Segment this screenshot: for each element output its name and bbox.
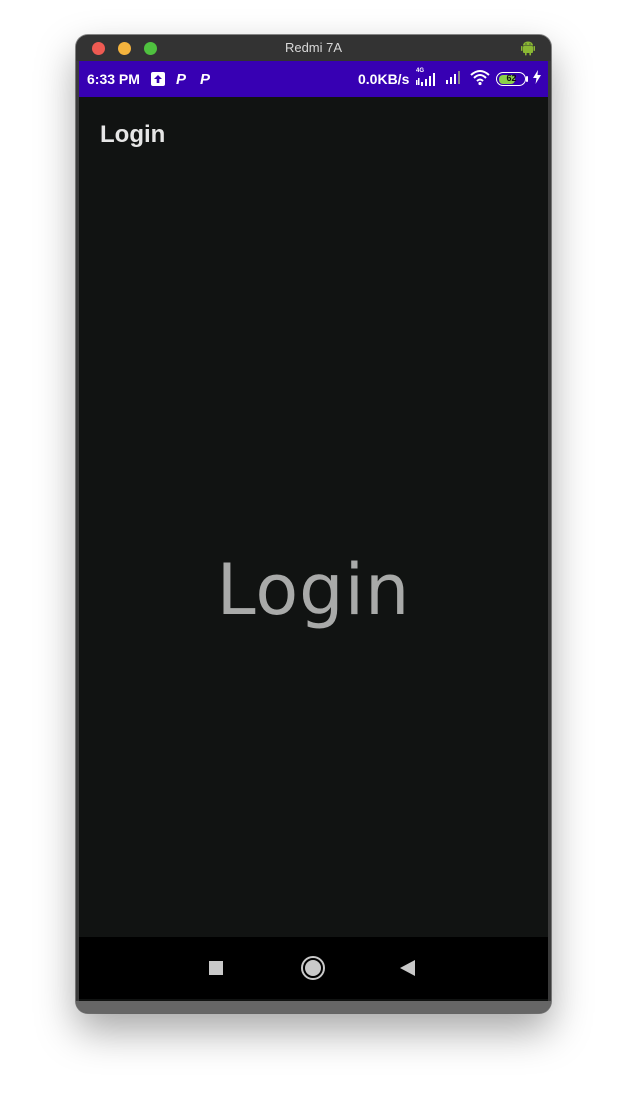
system-status-icons: 4G 62 <box>415 68 541 91</box>
back-button[interactable] <box>395 955 421 981</box>
back-triangle-icon <box>400 960 415 976</box>
android-icon <box>520 40 536 56</box>
status-time: 6:33 PM <box>87 71 140 87</box>
battery-level: 62 <box>506 73 517 83</box>
p-app-icon: P <box>199 70 210 88</box>
signal-4g-icon: 4G <box>415 68 439 88</box>
battery-icon: 62 <box>496 72 528 86</box>
home-button[interactable] <box>300 955 326 981</box>
square-icon <box>209 961 223 975</box>
device-screen: 6:33 PM P P 0.0KB/s 4G 62 Login Login <box>79 61 548 1001</box>
login-heading: Login <box>216 549 411 631</box>
charging-icon <box>533 69 541 89</box>
emulator-window: Redmi 7A 6:33 PM P P 0.0KB/s 4G 62 Login… <box>76 35 551 1013</box>
upload-icon <box>151 72 165 86</box>
p-app-icon: P <box>175 70 186 88</box>
window-titlebar: Redmi 7A <box>76 35 551 61</box>
device-bottom-bezel <box>76 1001 551 1013</box>
network-speed: 0.0KB/s <box>358 71 410 87</box>
navigation-bar <box>79 937 548 999</box>
home-circle-icon <box>301 956 325 980</box>
recent-apps-button[interactable] <box>203 955 229 981</box>
appbar-title: Login <box>100 121 166 148</box>
window-title: Redmi 7A <box>284 40 343 55</box>
wifi-icon <box>469 68 491 91</box>
status-bar: 6:33 PM P P 0.0KB/s 4G 62 <box>79 61 548 97</box>
signal-icon <box>444 68 464 91</box>
notification-icons: P P <box>151 70 213 88</box>
